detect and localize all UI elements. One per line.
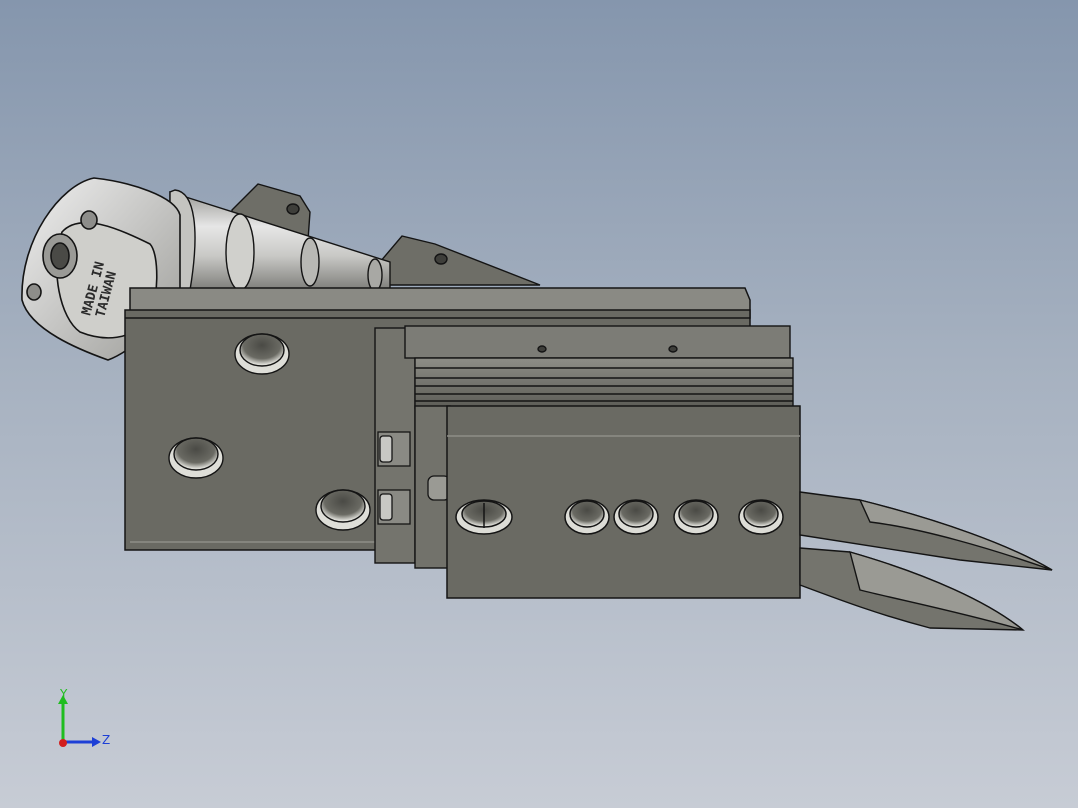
z-axis-arrowhead bbox=[92, 737, 101, 747]
x-axis-dot bbox=[59, 739, 67, 747]
gripper-assembly-model[interactable]: MADE IN TAIWAN bbox=[0, 0, 1078, 808]
graphics-viewport[interactable]: MADE IN TAIWAN Y Z bbox=[0, 0, 1078, 808]
gripper-body[interactable] bbox=[446, 405, 801, 599]
z-axis-label: Z bbox=[102, 733, 110, 747]
y-axis-label: Y bbox=[59, 687, 68, 701]
view-orientation-triad[interactable]: Y Z bbox=[50, 686, 120, 756]
gripper-fingers[interactable] bbox=[799, 491, 1053, 631]
